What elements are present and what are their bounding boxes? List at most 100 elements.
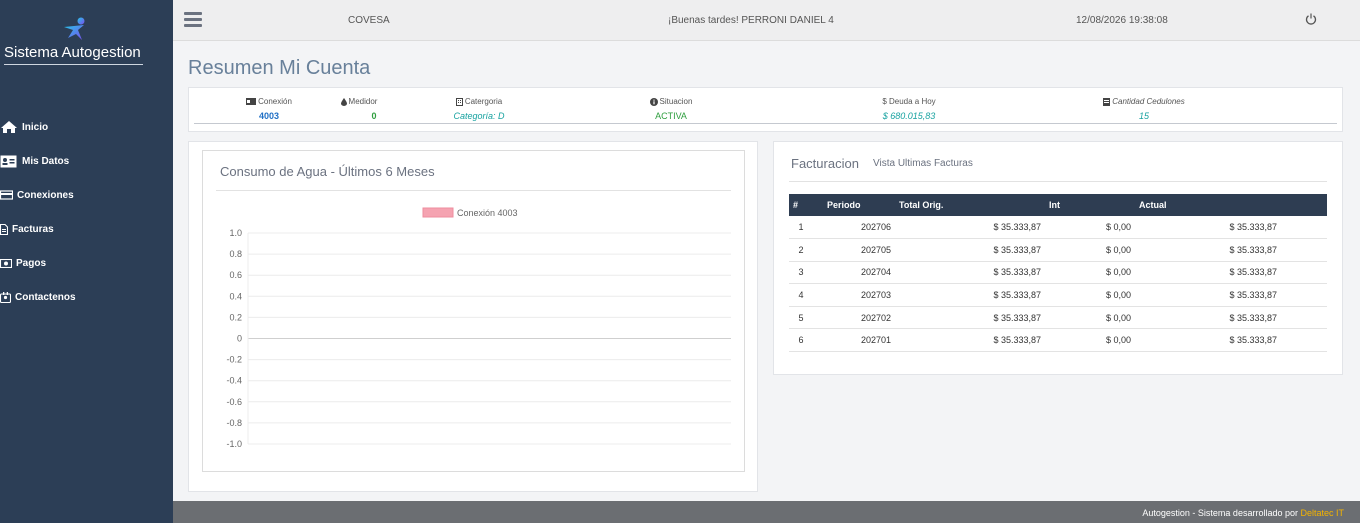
power-icon[interactable]	[1305, 13, 1317, 25]
company-name: COVESA	[348, 15, 390, 26]
table-cell: $ 35.333,87	[1135, 328, 1327, 353]
table-cell: $ 35.333,87	[895, 261, 1045, 285]
table-cell: $ 35.333,87	[895, 216, 1045, 240]
consumption-chart: Conexión 4003 1.0 0.8 0.6 0.4 0.2 0 -0.2 -0.4 -0.…	[226, 207, 731, 449]
table-cell: 3	[789, 261, 823, 285]
sidebar-nav: Inicio Mis Datos Conexiones Facturas Pag…	[0, 110, 173, 314]
legend-swatch[interactable]	[422, 207, 454, 218]
table-cell: 202702	[823, 306, 895, 330]
sidebar-item-facturas[interactable]: Facturas	[0, 212, 173, 246]
summary-label: Medidor	[348, 97, 378, 106]
table-cell: 4	[789, 283, 823, 307]
column-header[interactable]: Periodo	[823, 194, 895, 216]
sidebar-item-conexiones[interactable]: Conexiones	[0, 178, 173, 212]
footer: Autogestion - Sistema desarrollado por D…	[173, 501, 1360, 523]
home-icon	[1, 121, 17, 133]
table-cell: $ 35.333,87	[895, 328, 1045, 353]
money-icon	[0, 258, 12, 268]
table-cell: $ 0,00	[1045, 216, 1135, 240]
id-card-icon	[246, 98, 257, 105]
table-cell: 202704	[823, 261, 895, 285]
brand-title: Sistema Autogestion	[4, 44, 143, 65]
y-tick-label: 0.8	[229, 249, 242, 259]
contact-icon	[0, 291, 11, 303]
summary-value: 4003	[258, 111, 280, 121]
table-row: 2 202705 $ 35.333,87 $ 0,00 $ 35.333,87	[789, 238, 1327, 262]
summary-value: ACTIVA	[655, 111, 687, 121]
page-title: Resumen Mi Cuenta	[188, 57, 371, 79]
table-row: 4 202703 $ 35.333,87 $ 0,00 $ 35.333,87	[789, 283, 1327, 307]
invoices-table: # Periodo Total Orig. Int Actual 1 202706…	[789, 194, 1327, 353]
credit-card-icon	[0, 190, 13, 200]
building-icon	[455, 97, 463, 106]
summary-label: Catergoria	[464, 97, 503, 106]
datetime: 12/08/2026 19:38:08	[1076, 15, 1168, 26]
y-tick-label: 1.0	[229, 228, 242, 238]
menu-toggle-icon[interactable]	[184, 12, 202, 28]
summary-categoria: Catergoria Categoría: D	[434, 97, 524, 121]
table-cell: $ 0,00	[1045, 306, 1135, 330]
footer-text: Autogestion - Sistema desarrollado por	[1142, 508, 1301, 518]
summary-value: $ 680.015,83	[882, 111, 936, 121]
summary-label: Situacion	[659, 97, 693, 106]
table-cell: 6	[789, 328, 823, 353]
footer-link[interactable]: Deltatec IT	[1300, 508, 1344, 518]
table-header-row: # Periodo Total Orig. Int Actual	[789, 194, 1327, 216]
sidebar-item-pagos[interactable]: Pagos	[0, 246, 173, 280]
table-cell: $ 0,00	[1045, 283, 1135, 307]
chart-title: Consumo de Agua - Últimos 6 Meses	[220, 164, 435, 179]
sidebar-item-mis-datos[interactable]: Mis Datos	[0, 144, 173, 178]
chart-card: Consumo de Agua - Últimos 6 Meses Conexi…	[202, 150, 745, 472]
table-cell: $ 0,00	[1045, 261, 1135, 285]
summary-label: $ Deuda a Hoy	[882, 97, 936, 106]
summary-cedulones: Cantidad Cedulones 15	[1089, 97, 1199, 121]
table-row: 5 202702 $ 35.333,87 $ 0,00 $ 35.333,87	[789, 306, 1327, 330]
table-cell: 2	[789, 238, 823, 262]
y-tick-label: -0.4	[226, 376, 242, 386]
column-header[interactable]: Actual	[1135, 194, 1327, 216]
topbar: COVESA ¡Buenas tardes! PERRONI DANIEL 4 …	[173, 0, 1360, 41]
table-cell: 5	[789, 306, 823, 330]
summary-value: 15	[1138, 111, 1149, 121]
legend-label: Conexión 4003	[457, 208, 518, 218]
info-icon	[649, 97, 658, 106]
y-tick-label: 0.4	[229, 291, 242, 301]
summary-conexion: Conexión 4003	[224, 97, 314, 121]
sidebar-item-contactenos[interactable]: Contactenos	[0, 280, 173, 314]
table-cell: 202703	[823, 283, 895, 307]
column-header[interactable]: #	[789, 194, 823, 216]
table-cell: $ 35.333,87	[895, 238, 1045, 262]
y-tick-label: 0.6	[229, 270, 242, 280]
y-tick-label: 0.2	[229, 312, 242, 322]
column-header[interactable]: Total Orig.	[895, 194, 1045, 216]
y-tick-label: -1.0	[226, 439, 242, 449]
sidebar: Sistema Autogestion Inicio Mis Datos Con…	[0, 0, 173, 523]
sidebar-item-label: Contactenos	[15, 291, 76, 303]
logo-icon	[64, 17, 85, 40]
table-cell: 1	[789, 216, 823, 240]
sidebar-item-label: Inicio	[22, 121, 49, 133]
greeting: ¡Buenas tardes! PERRONI DANIEL 4	[668, 15, 834, 26]
table-cell: $ 0,00	[1045, 328, 1135, 353]
y-tick-label: -0.8	[226, 418, 242, 428]
invoices-title: Facturacion	[791, 156, 859, 171]
account-summary: Conexión 4003 Medidor 0 Catergoria Categ…	[188, 87, 1343, 132]
main-area: COVESA ¡Buenas tardes! PERRONI DANIEL 4 …	[173, 0, 1360, 523]
summary-label: Cantidad Cedulones	[1112, 97, 1185, 106]
table-cell: 202701	[823, 328, 895, 353]
summary-situacion: Situacion ACTIVA	[626, 97, 716, 121]
summary-value: 0	[371, 111, 377, 121]
table-row: 1 202706 $ 35.333,87 $ 0,00 $ 35.333,87	[789, 216, 1327, 240]
sidebar-item-inicio[interactable]: Inicio	[0, 110, 173, 144]
invoices-panel: Facturacion Vista Ultimas Facturas # Per…	[773, 141, 1343, 375]
table-row: 3 202704 $ 35.333,87 $ 0,00 $ 35.333,87	[789, 261, 1327, 285]
table-cell: $ 35.333,87	[1135, 238, 1327, 262]
table-cell: $ 35.333,87	[895, 283, 1045, 307]
y-tick-label: -0.2	[226, 355, 242, 365]
file-icon	[0, 223, 8, 235]
sidebar-item-label: Pagos	[16, 257, 47, 269]
consumption-chart-panel: Consumo de Agua - Últimos 6 Meses Conexi…	[188, 141, 758, 492]
summary-deuda: $ Deuda a Hoy $ 680.015,83	[859, 97, 959, 121]
column-header[interactable]: Int	[1045, 194, 1135, 216]
drop-icon	[340, 97, 347, 106]
